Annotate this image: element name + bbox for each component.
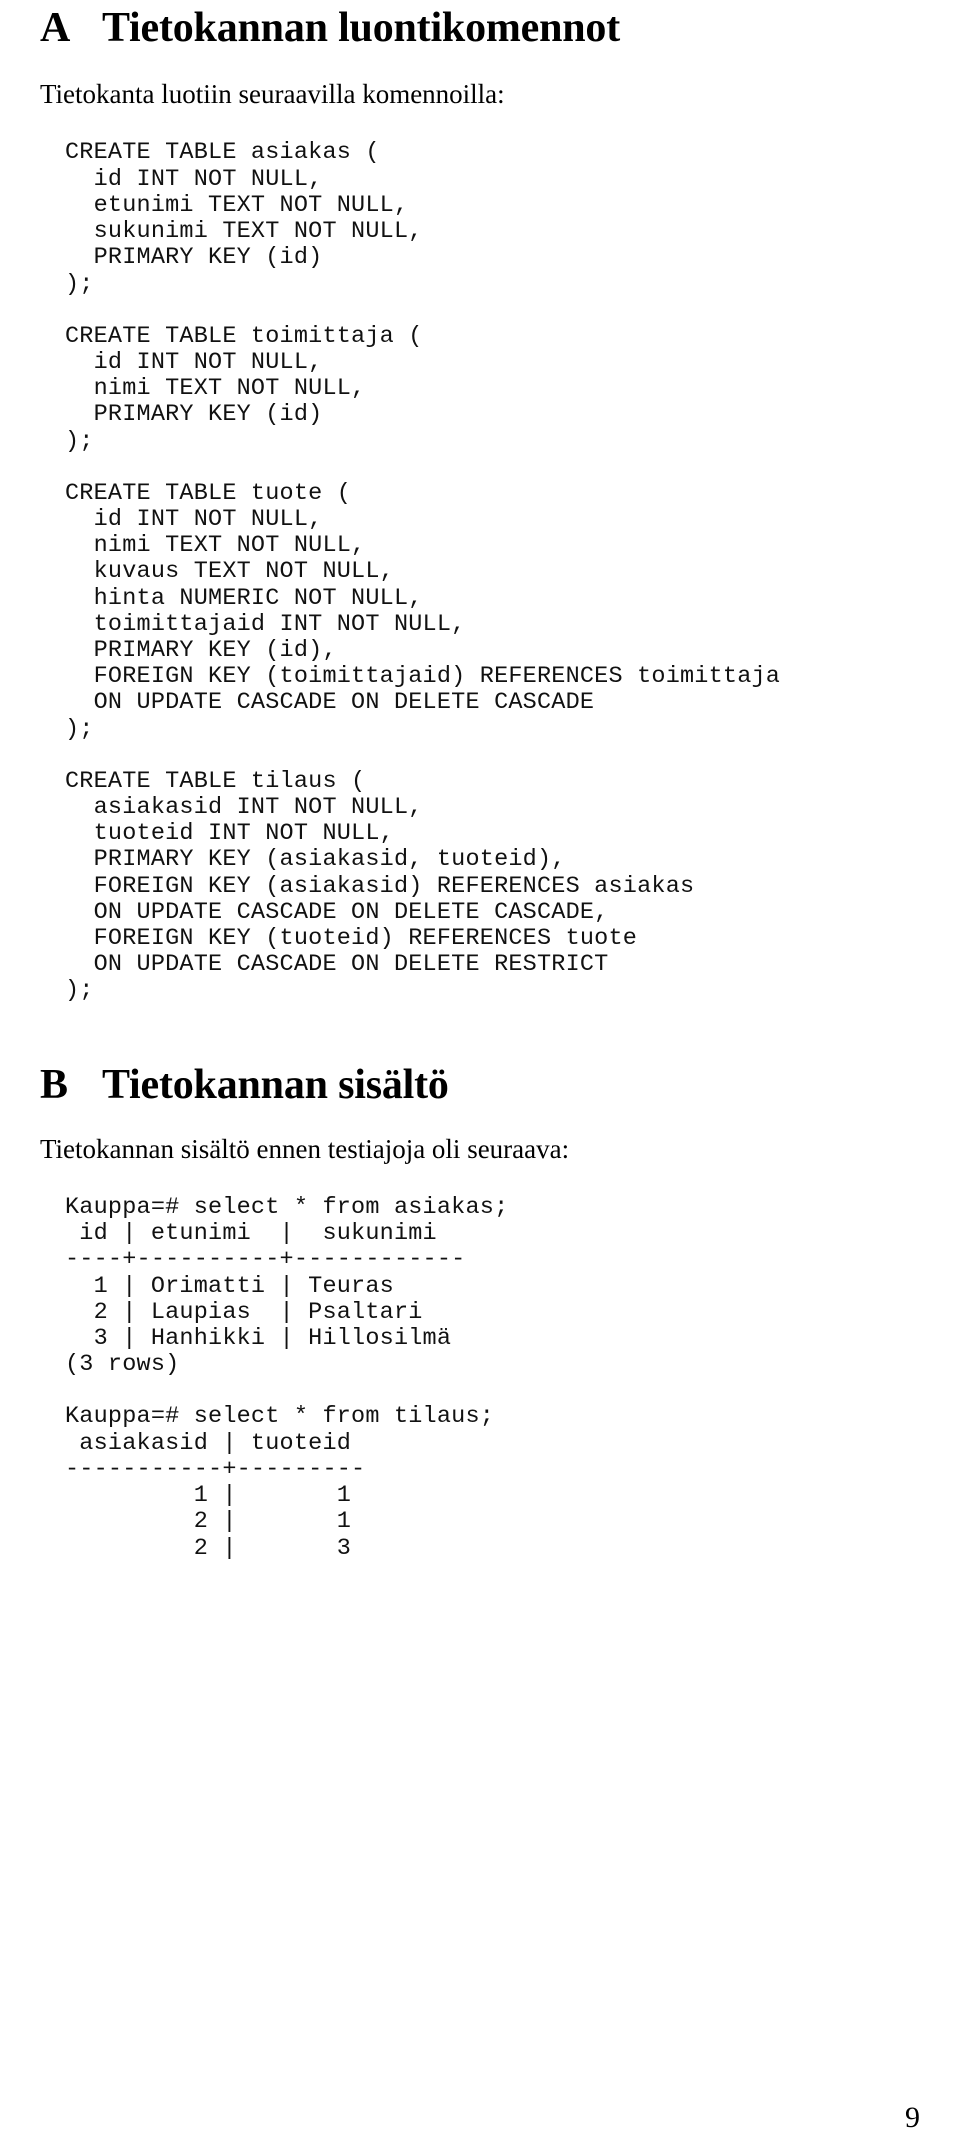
psql-output-asiakas: Kauppa=# select * from asiakas; id | etu… (65, 1194, 509, 1379)
section-a-intro: Tietokanta luotiin seuraavilla komennoil… (40, 79, 505, 110)
code-block-create-toimittaja: CREATE TABLE toimittaja ( id INT NOT NUL… (65, 322, 423, 455)
section-a-title: Tietokannan luontikomennot (102, 5, 621, 51)
section-b-intro: Tietokannan sisältö ennen testiajoja oli… (40, 1133, 570, 1164)
code-block-create-asiakas: CREATE TABLE asiakas ( id INT NOT NULL, … (65, 139, 423, 298)
section-a-letter: A (40, 5, 71, 51)
section-b-heading: B Tietokannan sisältö (40, 1061, 920, 1108)
document-page: A Tietokannan luontikomennot Tietokanta … (0, 0, 960, 2143)
section-b-letter: B (40, 1061, 68, 1108)
code-block-create-tuote: CREATE TABLE tuote ( id INT NOT NULL, ni… (65, 479, 781, 743)
psql-output-tilaus: Kauppa=# select * from tilaus; asiakasid… (65, 1403, 495, 1562)
section-b-title: Tietokannan sisältö (102, 1061, 449, 1108)
page-number: 9 (905, 2101, 920, 2134)
code-block-create-tilaus: CREATE TABLE tilaus ( asiakasid INT NOT … (65, 767, 695, 1005)
section-a-heading: A Tietokannan luontikomennot (40, 0, 920, 50)
